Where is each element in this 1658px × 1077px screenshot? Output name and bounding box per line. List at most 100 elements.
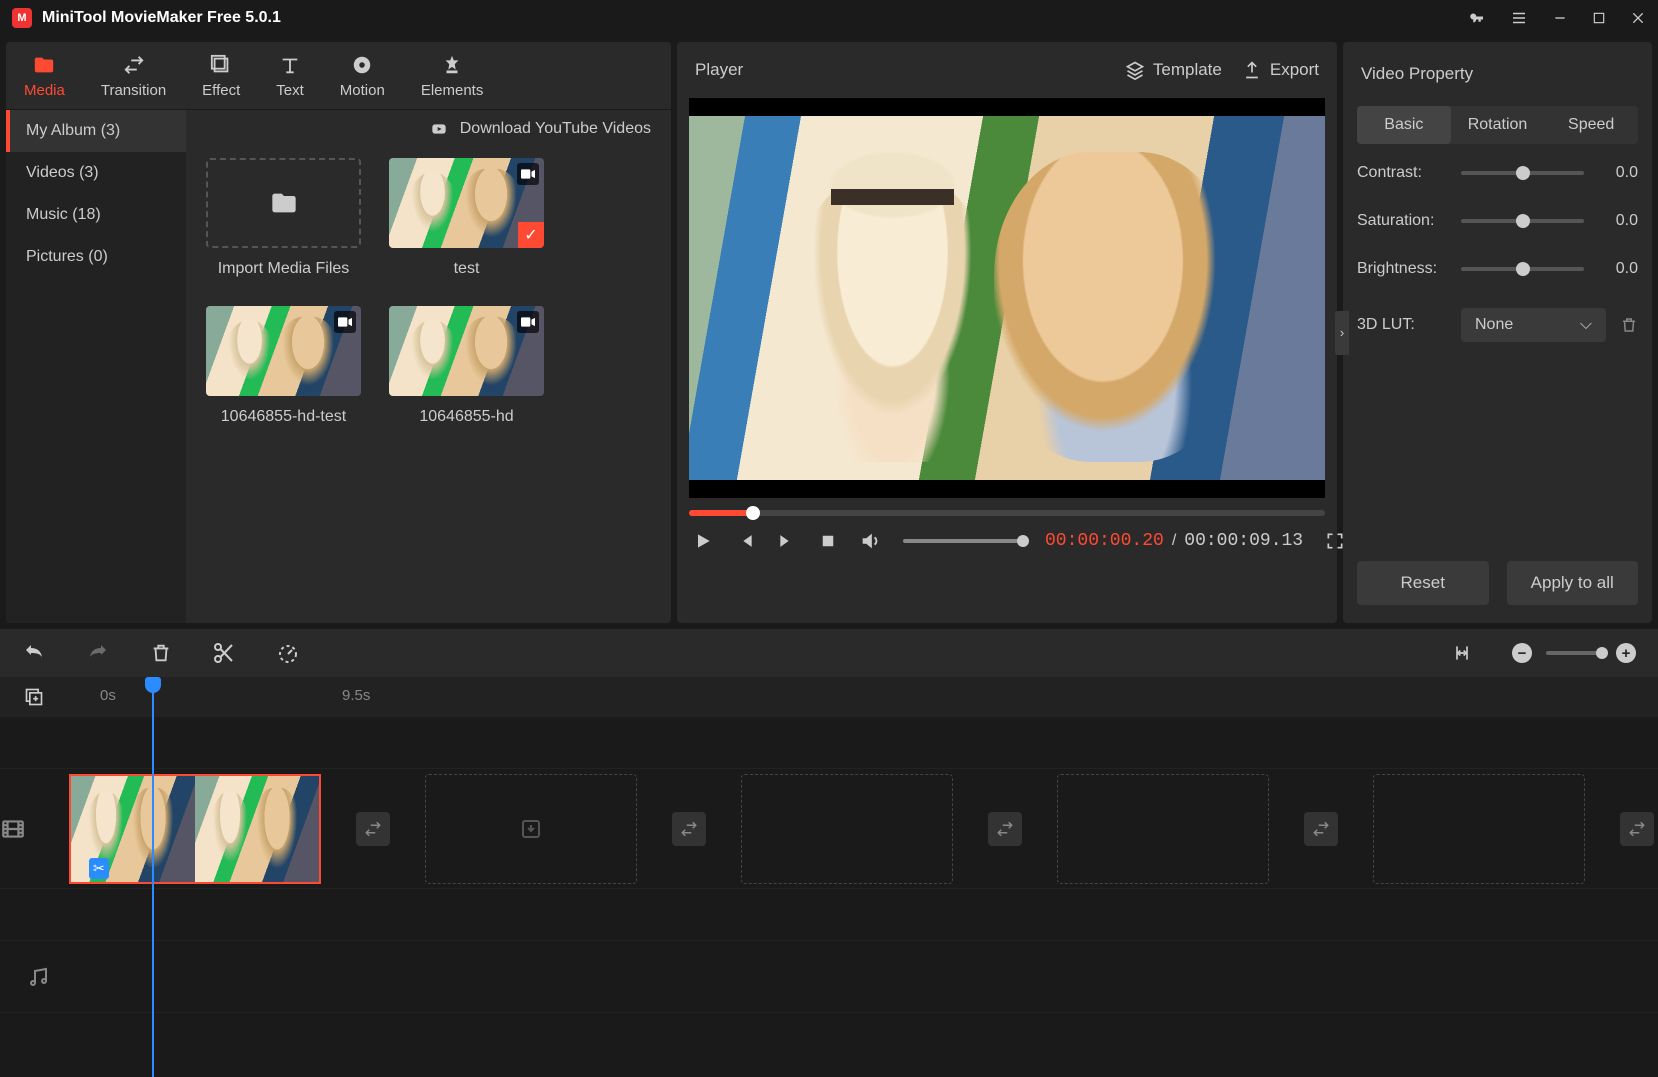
playhead[interactable]: [152, 677, 154, 1077]
close-button[interactable]: [1630, 10, 1646, 26]
ruler-marks: 0s 9.5s: [46, 677, 1658, 717]
clip-drop-slot[interactable]: [425, 774, 637, 884]
prev-frame-button[interactable]: [735, 531, 755, 551]
transition-slot[interactable]: [356, 812, 390, 846]
undo-button[interactable]: [22, 641, 46, 665]
tab-label: Effect: [202, 82, 240, 99]
video-track[interactable]: ✂: [0, 769, 1658, 889]
tab-label: Elements: [421, 82, 484, 99]
chevron-down-icon: ⌵: [1580, 316, 1592, 334]
layers-icon: [1125, 60, 1145, 80]
timeline-clip[interactable]: ✂: [69, 774, 321, 884]
saturation-slider[interactable]: [1461, 219, 1584, 223]
ruler-mark: 0s: [100, 687, 116, 704]
clip-drop-slot[interactable]: [741, 774, 953, 884]
tab-media[interactable]: Media: [6, 42, 83, 109]
checkmark-icon: ✓: [518, 222, 544, 248]
transition-slot[interactable]: [672, 812, 706, 846]
time-current: 00:00:00.20: [1045, 531, 1164, 551]
license-key-icon[interactable]: [1468, 9, 1486, 27]
import-media-button[interactable]: Import Media Files: [206, 158, 361, 278]
player-label: Player: [695, 60, 1105, 80]
video-track-icon: [0, 816, 26, 842]
next-frame-button[interactable]: [777, 531, 797, 551]
tab-speed[interactable]: Speed: [1544, 106, 1638, 144]
transition-slot[interactable]: [1620, 812, 1654, 846]
delete-button[interactable]: [150, 642, 172, 664]
transition-slot[interactable]: [1304, 812, 1338, 846]
volume-button[interactable]: [859, 530, 881, 552]
export-icon: [1242, 60, 1262, 80]
maximize-button[interactable]: [1592, 11, 1606, 25]
tab-label: Transition: [101, 82, 166, 99]
zoom-out-button[interactable]: −: [1512, 643, 1532, 663]
player-panel: Player Template Export 00:00:00.20 /: [677, 42, 1337, 623]
timeline-ruler[interactable]: 0s 9.5s: [0, 677, 1658, 717]
add-track-button[interactable]: [24, 687, 46, 707]
sidebar-item-my-album[interactable]: My Album (3): [6, 110, 186, 152]
brightness-row: Brightness: 0.0: [1357, 260, 1638, 278]
track-spacer: [0, 889, 1658, 941]
tab-rotation[interactable]: Rotation: [1451, 106, 1545, 144]
player-controls: 00:00:00.20 / 00:00:09.13: [677, 516, 1337, 566]
zoom-slider[interactable]: [1546, 651, 1602, 655]
redo-button[interactable]: [86, 641, 110, 665]
video-badge-icon: [517, 311, 539, 333]
contrast-row: Contrast: 0.0: [1357, 164, 1638, 182]
reset-button[interactable]: Reset: [1357, 561, 1489, 605]
stop-button[interactable]: [819, 532, 837, 550]
apply-all-button[interactable]: Apply to all: [1507, 561, 1639, 605]
fit-timeline-button[interactable]: [1452, 643, 1472, 663]
tab-label: Motion: [340, 82, 385, 99]
lut-row: 3D LUT: None ⌵: [1357, 308, 1638, 342]
speed-button[interactable]: [276, 641, 300, 665]
sidebar-item-pictures[interactable]: Pictures (0): [6, 236, 186, 278]
split-button[interactable]: [212, 641, 236, 665]
clip-drop-slot[interactable]: [1373, 774, 1585, 884]
media-sidebar: My Album (3) Videos (3) Music (18) Pictu…: [6, 110, 186, 623]
tab-transition[interactable]: Transition: [83, 42, 184, 109]
tab-label: Media: [24, 82, 65, 99]
tab-effect[interactable]: Effect: [184, 42, 258, 109]
zoom-in-button[interactable]: +: [1616, 643, 1636, 663]
media-item[interactable]: 10646855-hd: [389, 306, 544, 426]
track-spacer: [0, 717, 1658, 769]
collapse-panel-button[interactable]: ›: [1335, 311, 1349, 355]
menu-icon[interactable]: [1510, 9, 1528, 27]
audio-track[interactable]: [0, 941, 1658, 1013]
delete-lut-button[interactable]: [1620, 316, 1638, 334]
app-title: MiniTool MovieMaker Free 5.0.1: [42, 9, 1468, 27]
volume-slider[interactable]: [903, 539, 1023, 543]
download-youtube-link[interactable]: Download YouTube Videos: [186, 110, 671, 148]
media-item[interactable]: ✓ test: [389, 158, 544, 278]
lut-select[interactable]: None ⌵: [1461, 308, 1606, 342]
scrub-handle[interactable]: [746, 506, 760, 520]
play-button[interactable]: [693, 531, 713, 551]
template-button[interactable]: Template: [1125, 60, 1222, 80]
zoom-controls: − +: [1512, 643, 1636, 663]
youtube-icon: [428, 121, 450, 137]
scrub-bar[interactable]: [689, 510, 1325, 516]
ruler-mark: 9.5s: [342, 687, 370, 704]
tab-elements[interactable]: Elements: [403, 42, 502, 109]
transition-slot[interactable]: [988, 812, 1022, 846]
video-preview[interactable]: [689, 98, 1325, 498]
sidebar-item-videos[interactable]: Videos (3): [6, 152, 186, 194]
clip-drop-slot[interactable]: [1057, 774, 1269, 884]
media-item[interactable]: 10646855-hd-test: [206, 306, 361, 426]
time-separator: /: [1172, 532, 1176, 550]
window-controls: [1468, 9, 1646, 27]
media-grid: Download YouTube Videos Import Media Fil…: [186, 110, 671, 623]
audio-track-icon: [0, 965, 76, 989]
export-button[interactable]: Export: [1242, 60, 1319, 80]
contrast-slider[interactable]: [1461, 171, 1584, 175]
app-logo-icon: M: [12, 8, 32, 28]
tab-basic[interactable]: Basic: [1357, 106, 1451, 144]
sidebar-item-music[interactable]: Music (18): [6, 194, 186, 236]
property-panel: › Video Property Basic Rotation Speed Co…: [1343, 42, 1652, 623]
main-area: Media Transition Effect Text Motion Elem…: [0, 36, 1658, 629]
tab-text[interactable]: Text: [258, 42, 322, 109]
brightness-slider[interactable]: [1461, 267, 1584, 271]
minimize-button[interactable]: [1552, 10, 1568, 26]
tab-motion[interactable]: Motion: [322, 42, 403, 109]
